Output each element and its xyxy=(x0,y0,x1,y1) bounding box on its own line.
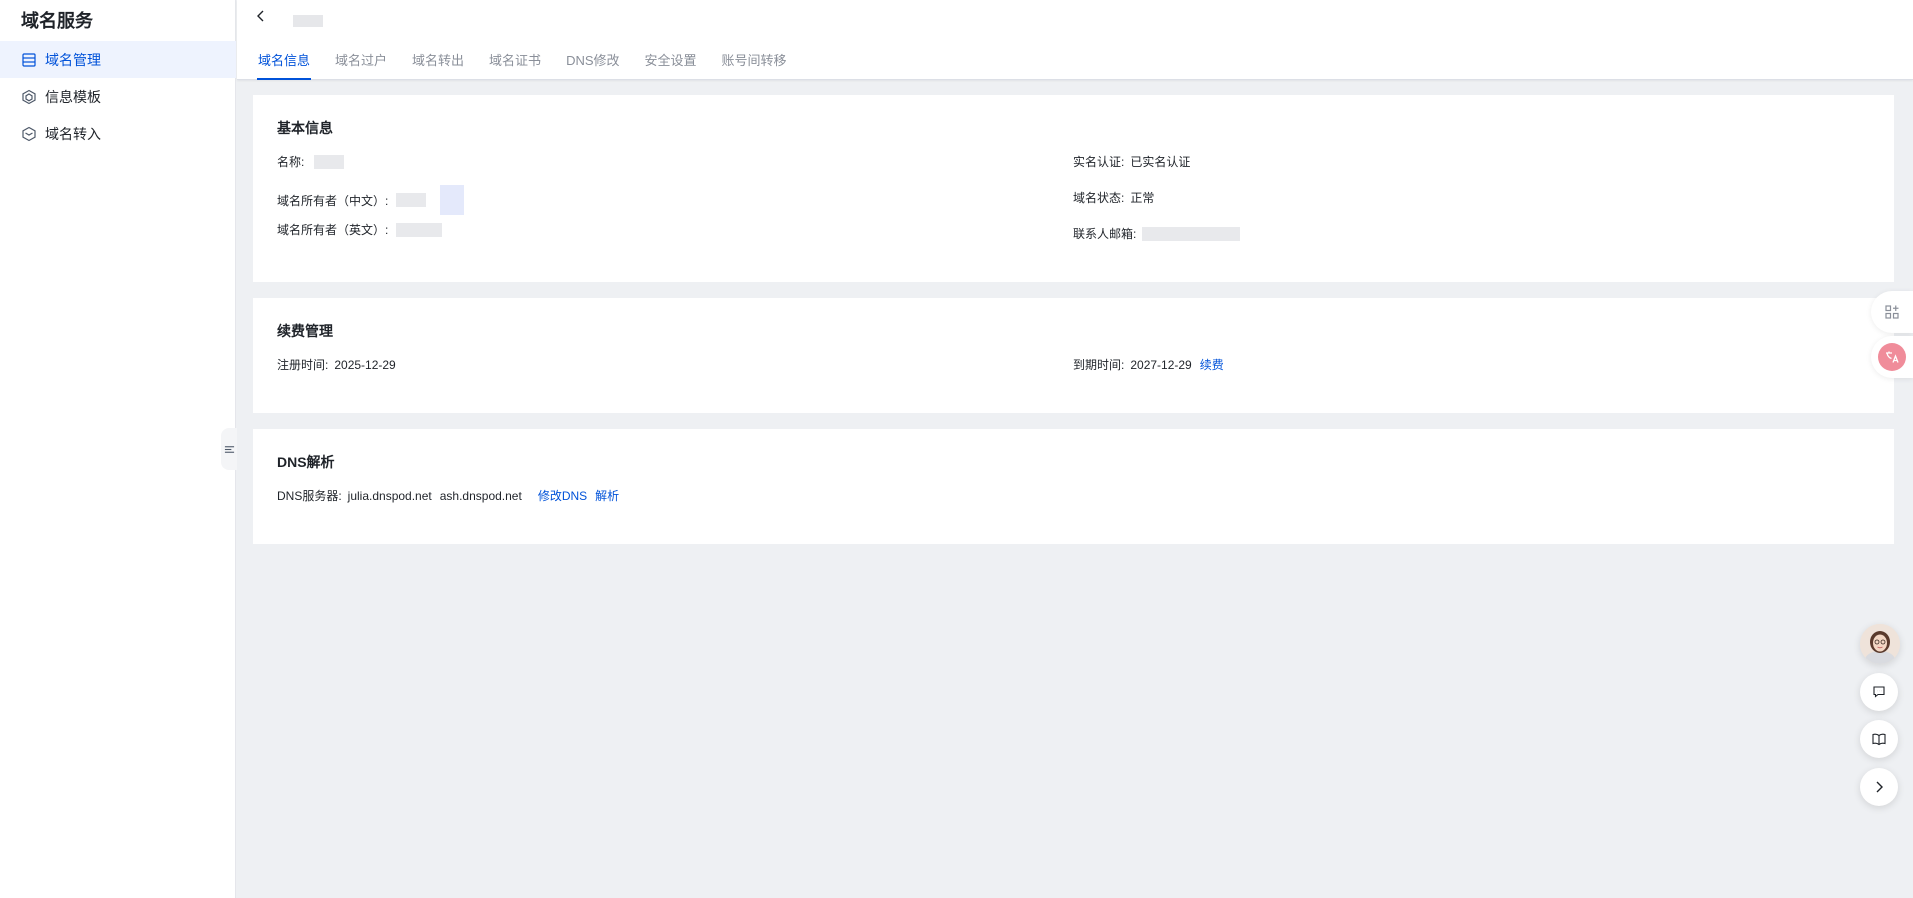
email-label: 联系人邮箱: xyxy=(1073,227,1137,241)
status-row: 域名状态: 正常 xyxy=(1073,189,1154,206)
sidebar-item-domain-transfer-in[interactable]: 域名转入 xyxy=(0,115,236,152)
layers-icon xyxy=(21,126,37,142)
owner-en-label: 域名所有者（英文）: xyxy=(277,223,389,237)
sidebar-title: 域名服务 xyxy=(21,11,93,31)
resolve-link[interactable]: 解析 xyxy=(595,487,619,504)
email-value-redacted xyxy=(1142,226,1241,241)
domain-name-redacted xyxy=(293,15,323,27)
renewal-card: 续费管理 注册时间: 2025-12-29 到期时间: 2027-12-29 续… xyxy=(253,298,1894,413)
back-button[interactable] xyxy=(254,9,270,25)
register-time-row: 注册时间: 2025-12-29 xyxy=(277,356,396,373)
expand-tools-button[interactable] xyxy=(1860,768,1898,806)
tab-domain-certificate[interactable]: 域名证书 xyxy=(488,50,542,80)
modify-dns-link[interactable]: 修改DNS xyxy=(538,487,587,504)
tab-bar: 域名信息 域名过户 域名转出 域名证书 DNS修改 安全设置 账号间转移 xyxy=(257,50,811,80)
tab-domain-info[interactable]: 域名信息 xyxy=(257,50,312,80)
realname-value: 已实名认证 xyxy=(1130,155,1191,169)
tab-dns-modify[interactable]: DNS修改 xyxy=(565,50,620,80)
register-time-label: 注册时间: xyxy=(277,358,329,372)
chevron-left-icon xyxy=(257,10,264,22)
sidebar-item-domain-management[interactable]: 域名管理 xyxy=(0,41,236,78)
dns-card: DNS解析 DNS服务器: julia.dnspod.net ash.dnspo… xyxy=(253,429,1894,544)
chat-icon xyxy=(1873,686,1885,698)
sidebar-item-label: 域名管理 xyxy=(45,51,101,68)
sidebar-collapse-button[interactable] xyxy=(221,428,237,470)
dns-title: DNS解析 xyxy=(277,454,335,470)
realname-label: 实名认证: xyxy=(1073,155,1125,169)
basic-info-title: 基本信息 xyxy=(277,120,333,136)
tab-security-settings[interactable]: 安全设置 xyxy=(644,50,698,80)
register-time-value: 2025-12-29 xyxy=(334,357,396,372)
name-row: 名称: xyxy=(277,153,345,170)
sidebar-item-label: 信息模板 xyxy=(45,88,101,105)
owner-cn-label: 域名所有者（中文）: xyxy=(277,193,389,208)
sidebar: 域名服务 域名管理 信息模板 域名转入 xyxy=(0,0,236,898)
tab-account-transfer[interactable]: 账号间转移 xyxy=(721,50,788,80)
docs-button[interactable] xyxy=(1860,720,1898,758)
translate-icon xyxy=(1878,343,1906,371)
name-label: 名称: xyxy=(277,155,305,169)
tab-domain-transfer-out[interactable]: 域名转出 xyxy=(411,50,465,80)
chevron-right-icon xyxy=(1876,781,1883,793)
dns-server-1: julia.dnspod.net xyxy=(347,488,432,503)
dns-server-label: DNS服务器: xyxy=(277,489,342,503)
renew-link[interactable]: 续费 xyxy=(1200,356,1224,373)
cube-icon xyxy=(21,89,37,105)
owner-en-value-redacted xyxy=(396,222,443,237)
assistant-avatar[interactable] xyxy=(1860,624,1900,664)
tab-domain-ownership-transfer[interactable]: 域名过户 xyxy=(334,50,388,80)
realname-row: 实名认证: 已实名认证 xyxy=(1073,153,1190,170)
expire-time-value: 2027-12-29 xyxy=(1130,357,1192,372)
app-root: 域名服务 域名管理 信息模板 域名转入 域名信息 域名过户 域名转出 域名证书 … xyxy=(0,0,1913,898)
sidebar-item-label: 域名转入 xyxy=(45,125,101,142)
avatar-image xyxy=(1860,624,1900,664)
dns-server-2: ash.dnspod.net xyxy=(439,488,522,503)
owner-cn-value-redacted-2 xyxy=(440,185,465,215)
status-value: 正常 xyxy=(1130,191,1155,205)
owner-en-row: 域名所有者（英文）: xyxy=(277,221,443,238)
expire-time-row: 到期时间: 2027-12-29 续费 xyxy=(1073,356,1224,373)
name-value-redacted xyxy=(314,154,345,169)
book-icon xyxy=(1872,733,1886,746)
owner-cn-value-redacted xyxy=(396,193,427,207)
menu-icon xyxy=(224,445,234,453)
owner-cn-row: 域名所有者（中文）: xyxy=(277,185,465,215)
app-grid-button[interactable] xyxy=(1871,291,1913,333)
translate-button[interactable] xyxy=(1871,336,1913,378)
status-label: 域名状态: xyxy=(1073,191,1125,205)
chat-button[interactable] xyxy=(1860,673,1898,711)
expire-time-label: 到期时间: xyxy=(1073,358,1125,372)
email-row: 联系人邮箱: xyxy=(1073,225,1241,242)
dns-server-row: DNS服务器: julia.dnspod.net ash.dnspod.net … xyxy=(277,487,619,504)
page-header: 域名信息 域名过户 域名转出 域名证书 DNS修改 安全设置 账号间转移 xyxy=(237,0,1913,80)
basic-info-card: 基本信息 名称: 域名所有者（中文）: 域名所有者（英文）: 实名认证: 已实名… xyxy=(253,95,1894,282)
grid-add-icon xyxy=(1885,305,1899,319)
sidebar-item-info-template[interactable]: 信息模板 xyxy=(0,78,236,115)
list-icon xyxy=(21,52,37,68)
renewal-title: 续费管理 xyxy=(277,323,333,339)
